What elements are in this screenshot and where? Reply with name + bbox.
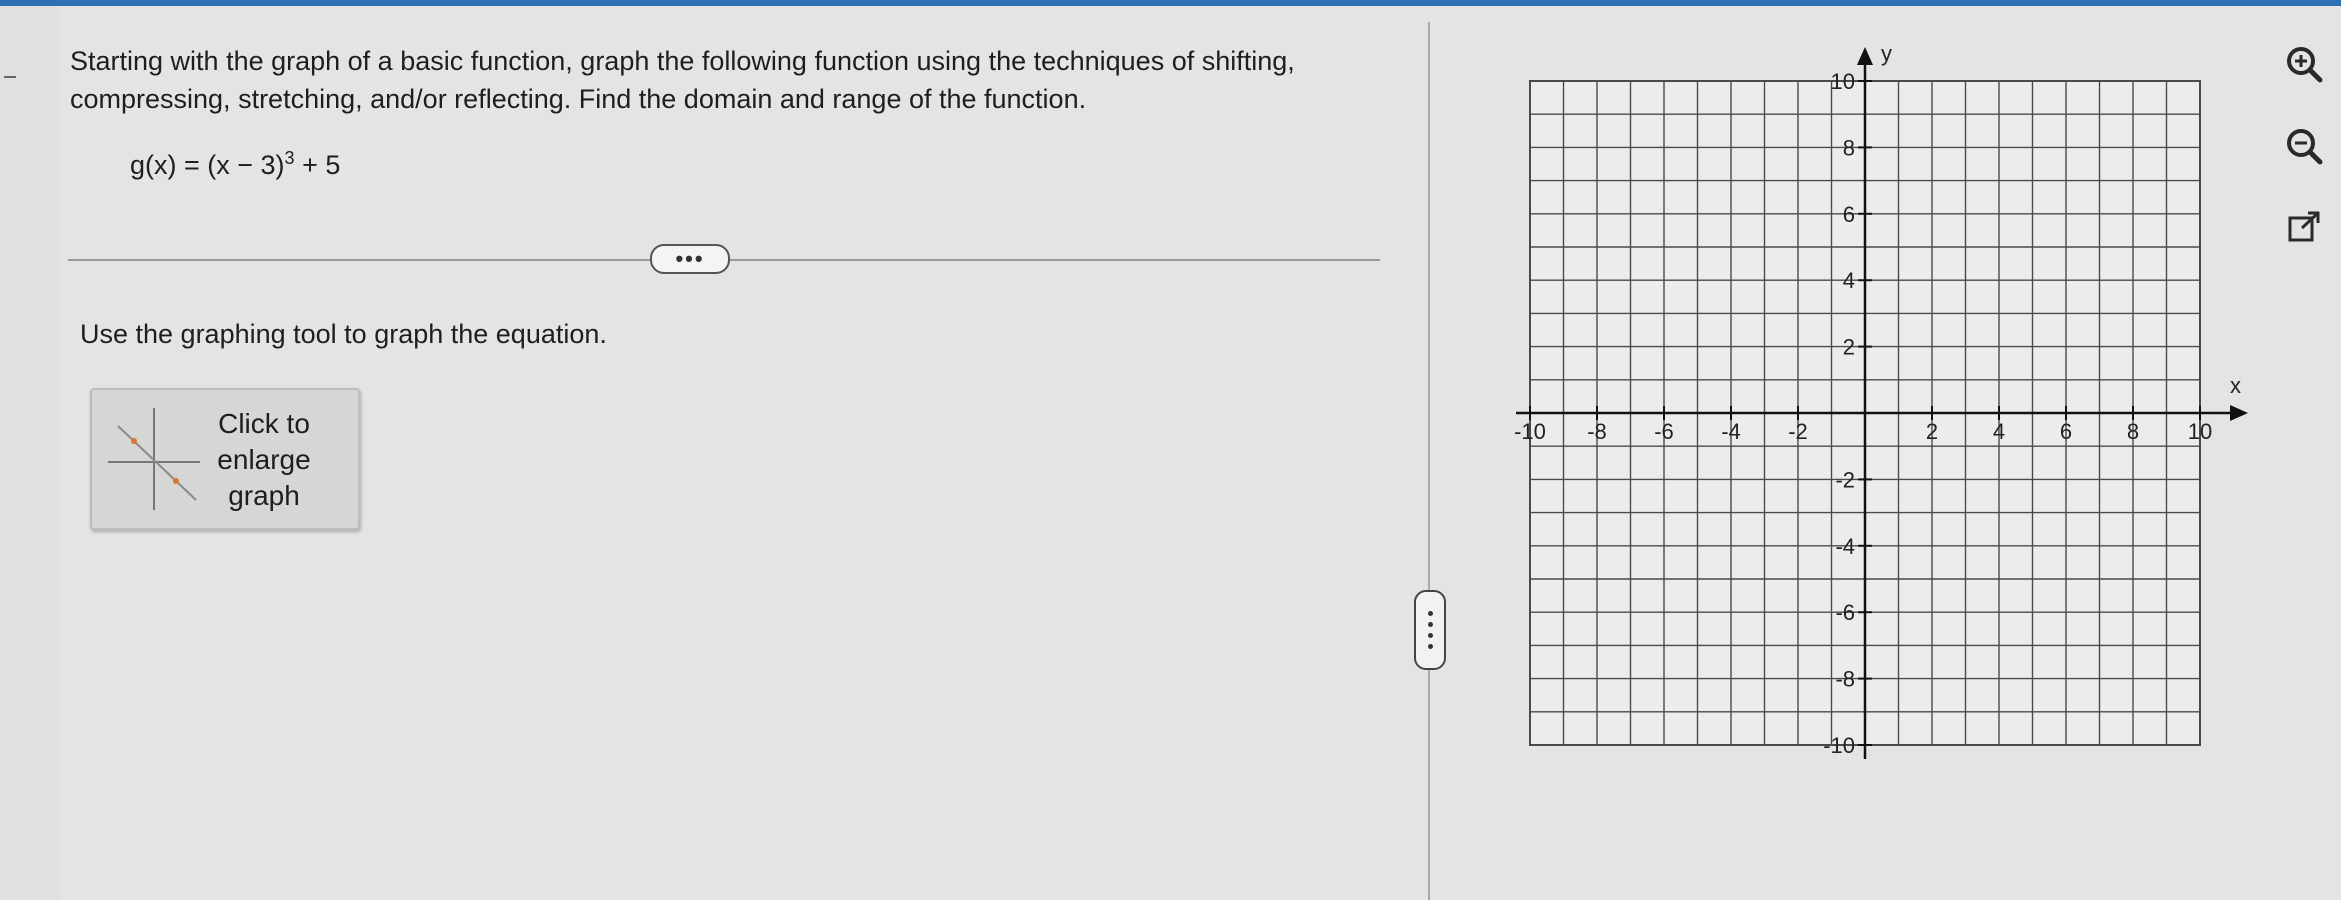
x-tick-label: 2: [1926, 419, 1938, 444]
y-tick-label: 4: [1843, 268, 1855, 293]
zoom-out-button[interactable]: [2280, 122, 2328, 170]
x-tick-label: 6: [2060, 419, 2072, 444]
y-axis-label: y: [1881, 41, 1892, 66]
equation-rhs: + 5: [294, 150, 341, 180]
enlarge-label-line-1: Click to: [218, 408, 310, 439]
graph-prompt: Use the graphing tool to graph the equat…: [80, 319, 607, 349]
graph-panel: x y -10 -8 -6 -4 -2 2 4 6 8 10 10 8 6 4 2 -2 -4 -6 -8 -10: [1430, 6, 2341, 900]
x-tick-label: -4: [1721, 419, 1741, 444]
x-axis-arrow: [2230, 405, 2248, 421]
y-tick-label: -6: [1835, 600, 1855, 625]
enlarge-graph-button[interactable]: Click to enlarge graph: [90, 388, 360, 530]
x-tick-label: -8: [1587, 419, 1607, 444]
zoom-in-button[interactable]: [2280, 40, 2328, 88]
y-tick-label: 10: [1831, 69, 1855, 94]
external-link-icon: [2288, 211, 2320, 242]
x-tick-label: 4: [1993, 419, 2005, 444]
y-tick-label: 8: [1843, 135, 1855, 160]
x-tick-label: -10: [1514, 419, 1546, 444]
question-panel: Starting with the graph of a basic funct…: [60, 6, 1428, 900]
enlarge-label-line-2: enlarge: [217, 444, 311, 475]
equation-exponent: 3: [284, 148, 295, 168]
gutter-marker: [4, 76, 16, 78]
question-instructions: Starting with the graph of a basic funct…: [70, 46, 1295, 114]
y-tick-label: 2: [1843, 335, 1855, 360]
equation-lhs: g(x) = (x − 3): [130, 150, 285, 180]
enlarge-graph-label: Click to enlarge graph: [204, 406, 324, 514]
y-tick-label: 6: [1843, 202, 1855, 227]
y-axis-arrow: [1857, 47, 1873, 65]
coordinate-grid[interactable]: x y -10 -8 -6 -4 -2 2 4 6 8 10 10 8 6 4 2 -2 -4 -6 -8 -10: [1430, 6, 2341, 900]
expand-button[interactable]: •••: [650, 244, 730, 274]
y-tick-label: -2: [1835, 467, 1855, 492]
y-tick-label: -10: [1823, 733, 1855, 758]
function-equation: g(x) = (x − 3)3 + 5: [130, 148, 340, 181]
zoom-in-icon: [2287, 47, 2323, 83]
left-gutter: [0, 6, 60, 900]
x-tick-label: 10: [2188, 419, 2212, 444]
enlarge-label-line-3: graph: [228, 480, 300, 511]
graph-thumbnail-icon: [108, 408, 200, 510]
x-tick-label: 8: [2127, 419, 2139, 444]
y-tick-label: -4: [1835, 534, 1855, 559]
y-tick-label: -8: [1835, 667, 1855, 692]
x-axis-label: x: [2230, 373, 2241, 398]
zoom-out-icon: [2287, 129, 2323, 165]
popout-button[interactable]: [2280, 204, 2328, 252]
x-tick-label: -2: [1788, 419, 1808, 444]
x-tick-label: -6: [1654, 419, 1674, 444]
